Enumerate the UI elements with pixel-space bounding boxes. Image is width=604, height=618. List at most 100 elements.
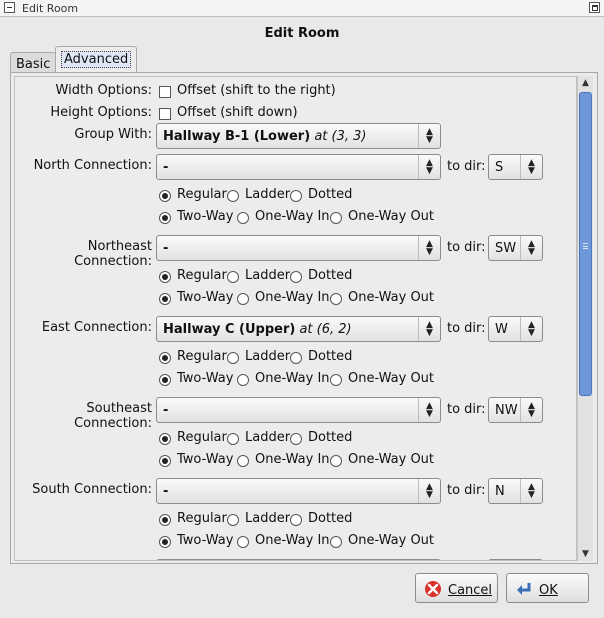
north-room-name: -	[163, 160, 169, 175]
south-ladder-radio[interactable]	[227, 514, 239, 526]
east-dotted-radio[interactable]	[290, 352, 302, 364]
north-dir-select[interactable]: S ▲ ▼	[488, 154, 543, 180]
northeast-one-way-in-label: One-Way In	[255, 290, 330, 305]
east-two-way-label: Two-Way	[177, 371, 234, 386]
south-one-way-in-label: One-Way In	[255, 533, 330, 548]
north-two-way-radio[interactable]	[159, 212, 171, 224]
height-offset-label: Offset (shift down)	[177, 105, 298, 120]
southeast-room-select[interactable]: - ▲ ▼	[156, 397, 441, 423]
northeast-one-way-out-label: One-Way Out	[348, 290, 435, 305]
ok-label: OK	[539, 583, 558, 598]
north-regular-radio[interactable]	[159, 190, 171, 202]
north-one-way-in-radio[interactable]	[237, 212, 249, 224]
tab-advanced[interactable]: Advanced	[55, 46, 138, 73]
southeast-dir-select[interactable]: NW ▲ ▼	[488, 397, 543, 423]
updown-icon: ▲ ▼	[418, 124, 440, 148]
southeast-two-way-radio[interactable]	[159, 455, 171, 467]
northeast-two-way-label: Two-Way	[177, 290, 234, 305]
northeast-dir-value: SW	[495, 241, 517, 256]
north-dotted-label: Dotted	[308, 187, 353, 202]
east-to-dir-label: to dir:	[447, 321, 486, 336]
north-room-select[interactable]: - ▲ ▼	[156, 154, 441, 180]
south-two-way-radio[interactable]	[159, 536, 171, 548]
south-dotted-radio[interactable]	[290, 514, 302, 526]
northeast-dotted-radio[interactable]	[290, 271, 302, 283]
south-dir-value: N	[495, 484, 505, 499]
north-regular-label: Regular	[177, 187, 227, 202]
southeast-dotted-radio[interactable]	[290, 433, 302, 445]
scroll-up-icon[interactable]: ▲	[578, 76, 593, 90]
south-one-way-out-radio[interactable]	[330, 536, 342, 548]
grip-icon	[583, 243, 588, 249]
northeast-regular-radio[interactable]	[159, 271, 171, 283]
north-ladder-radio[interactable]	[227, 190, 239, 202]
northeast-dir-select[interactable]: SW ▲ ▼	[488, 235, 543, 261]
tab-basic-label: Basic	[16, 57, 51, 72]
window-menu-icon[interactable]	[4, 2, 15, 13]
east-regular-label: Regular	[177, 349, 227, 364]
east-connection-label: East Connection:	[41, 320, 152, 335]
south-dir-select[interactable]: N ▲ ▼	[488, 478, 543, 504]
north-one-way-out-radio[interactable]	[330, 212, 342, 224]
window-title: Edit Room	[22, 2, 79, 15]
dialog-title: Edit Room	[264, 26, 340, 41]
scroll-viewport: Width Options: Offset (shift to the righ…	[14, 76, 577, 561]
updown-icon: ▲ ▼	[418, 398, 440, 422]
southeast-to-dir-label: to dir:	[447, 402, 486, 417]
group-with-select[interactable]: Hallway B-1 (Lower) at (3, 3) ▲ ▼	[156, 123, 441, 149]
next-room-select[interactable]	[156, 559, 441, 560]
east-two-way-radio[interactable]	[159, 374, 171, 386]
east-regular-radio[interactable]	[159, 352, 171, 364]
next-dir-select[interactable]	[488, 559, 543, 560]
south-connection-label: South Connection:	[32, 482, 152, 497]
south-one-way-in-radio[interactable]	[237, 536, 249, 548]
east-one-way-in-radio[interactable]	[237, 374, 249, 386]
southeast-one-way-out-radio[interactable]	[330, 455, 342, 467]
height-options-label: Height Options:	[50, 105, 152, 120]
north-dotted-radio[interactable]	[290, 190, 302, 202]
south-two-way-label: Two-Way	[177, 533, 234, 548]
height-offset-checkbox[interactable]	[159, 108, 171, 120]
cancel-button[interactable]: Cancel	[415, 573, 498, 603]
updown-icon: ▲ ▼	[418, 155, 440, 179]
window-titlebar[interactable]: Edit Room	[0, 0, 604, 17]
east-room-select[interactable]: Hallway C (Upper) at (6, 2) ▲ ▼	[156, 316, 441, 342]
east-one-way-out-radio[interactable]	[330, 374, 342, 386]
southeast-dir-value: NW	[495, 403, 518, 418]
southeast-two-way-label: Two-Way	[177, 452, 234, 467]
southeast-one-way-out-label: One-Way Out	[348, 452, 435, 467]
scroll-thumb[interactable]	[579, 92, 592, 396]
southeast-ladder-radio[interactable]	[227, 433, 239, 445]
northeast-dotted-label: Dotted	[308, 268, 353, 283]
east-room-name: Hallway C (Upper)	[163, 322, 296, 337]
advanced-panel: Width Options: Offset (shift to the righ…	[10, 72, 598, 564]
northeast-room-name: -	[163, 241, 169, 256]
scroll-down-icon[interactable]: ▼	[578, 547, 593, 561]
east-dir-select[interactable]: W ▲ ▼	[488, 316, 543, 342]
northeast-room-select[interactable]: - ▲ ▼	[156, 235, 441, 261]
south-one-way-out-label: One-Way Out	[348, 533, 435, 548]
northeast-ladder-radio[interactable]	[227, 271, 239, 283]
vertical-scrollbar[interactable]: ▲ ▼	[577, 76, 593, 561]
southeast-ladder-label: Ladder	[245, 430, 291, 445]
east-ladder-radio[interactable]	[227, 352, 239, 364]
east-one-way-out-label: One-Way Out	[348, 371, 435, 386]
northeast-one-way-in-radio[interactable]	[237, 293, 249, 305]
north-ladder-label: Ladder	[245, 187, 291, 202]
updown-icon: ▲ ▼	[520, 317, 542, 341]
south-to-dir-label: to dir:	[447, 483, 486, 498]
tab-basic[interactable]: Basic	[10, 52, 57, 73]
updown-icon: ▲ ▼	[418, 236, 440, 260]
northeast-one-way-out-radio[interactable]	[330, 293, 342, 305]
northeast-two-way-radio[interactable]	[159, 293, 171, 305]
width-offset-checkbox[interactable]	[159, 86, 171, 98]
ok-button[interactable]: OK	[506, 573, 589, 603]
south-room-select[interactable]: - ▲ ▼	[156, 478, 441, 504]
southeast-regular-radio[interactable]	[159, 433, 171, 445]
southeast-one-way-in-radio[interactable]	[237, 455, 249, 467]
southeast-regular-label: Regular	[177, 430, 227, 445]
maximize-icon[interactable]	[589, 2, 600, 13]
south-regular-radio[interactable]	[159, 514, 171, 526]
north-dir-value: S	[495, 160, 504, 175]
northeast-regular-label: Regular	[177, 268, 227, 283]
